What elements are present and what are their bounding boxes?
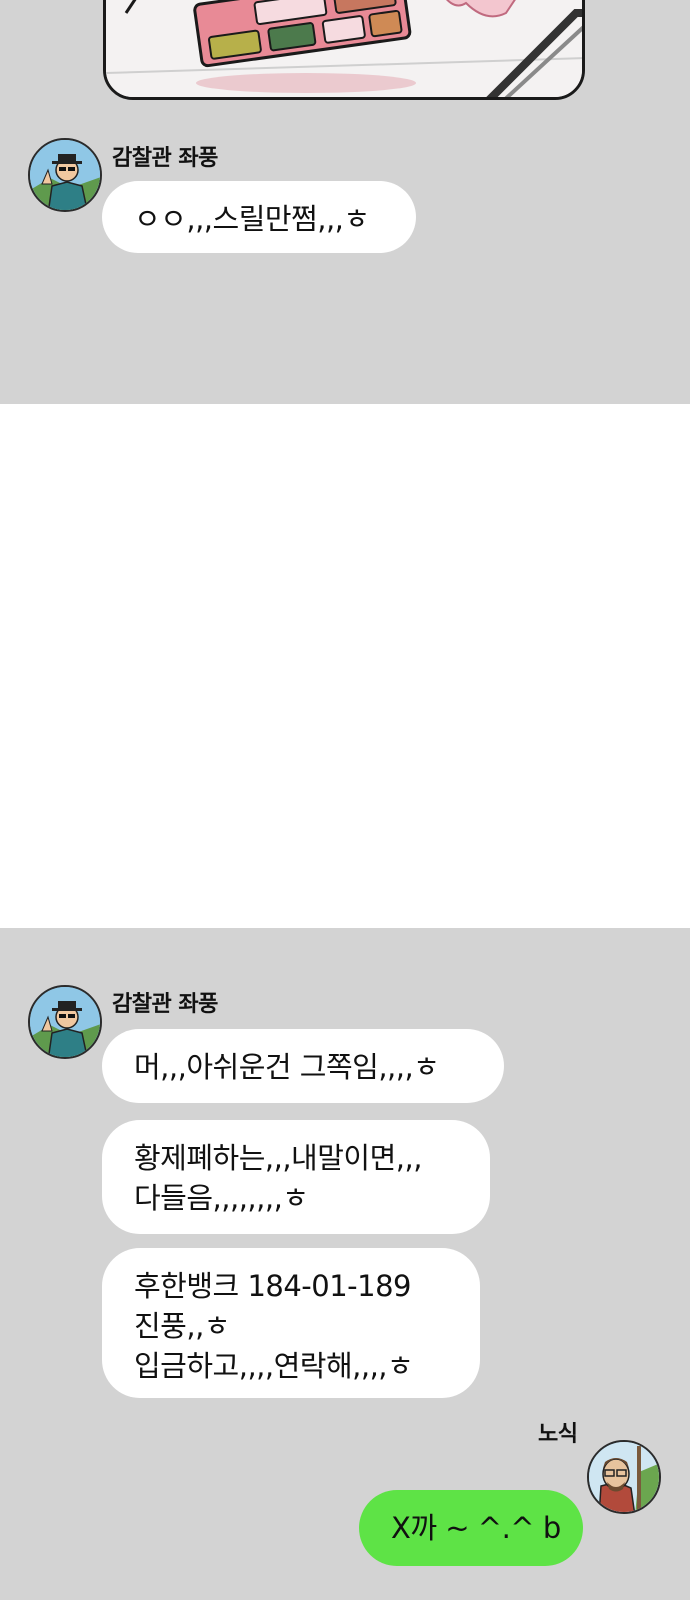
message-bubble[interactable]: 후한뱅크 184-01-189 진풍,,ㅎ 입금하고,,,,연락해,,,,ㅎ [102,1248,480,1398]
message-bubble[interactable]: ㅇㅇ,,,스릴만쩜,,,ㅎ [102,181,416,253]
sender-name: 감찰관 좌풍 [112,146,218,171]
avatar-nosik-icon[interactable] [587,1440,661,1514]
lunch-tray-illustration [106,0,582,97]
chat-section-top: 감찰관 좌풍 ㅇㅇ,,,스릴만쩜,,,ㅎ [0,0,690,404]
sender-name-mine: 노식 [538,1422,578,1447]
message-bubble[interactable]: 황제폐하는,,,내말이면,,, 다들음,,,,,,,,ㅎ [102,1120,490,1234]
avatar-jwapung-icon[interactable] [28,985,102,1059]
avatar-jwapung-icon[interactable] [28,138,102,212]
sender-name: 감찰관 좌풍 [112,992,218,1017]
comic-panel-image [103,0,585,100]
message-bubble-mine[interactable]: X까 ~ ^.^ b [359,1490,583,1566]
chat-section-bottom: 감찰관 좌풍 머,,,아쉬운건 그쪽임,,,,ㅎ 황제폐하는,,,내말이면,,,… [0,928,690,1600]
panel-gap [0,404,690,928]
message-bubble[interactable]: 머,,,아쉬운건 그쪽임,,,,ㅎ [102,1029,504,1103]
